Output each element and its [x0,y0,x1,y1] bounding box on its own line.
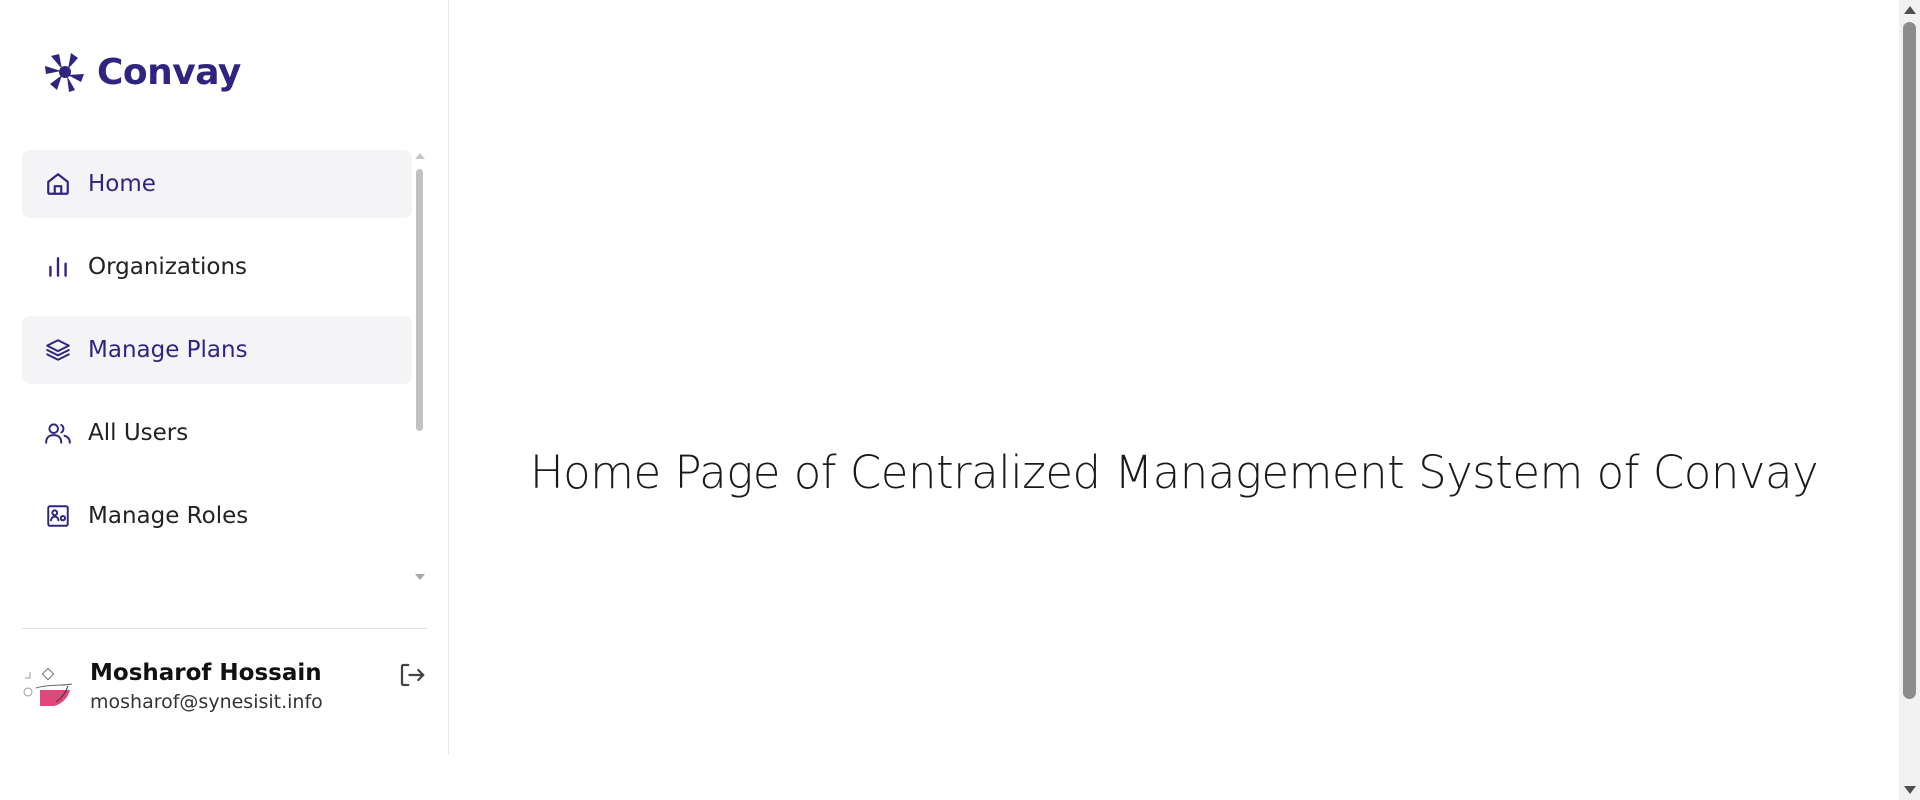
sidebar-item-label: Home [88,171,156,197]
logout-button[interactable] [397,660,427,690]
layers-icon [44,336,72,364]
id-card-icon [44,502,72,530]
sidebar-item-manage-plans[interactable]: Manage Plans [22,316,412,384]
scroll-down-arrow-icon[interactable] [415,574,425,580]
convay-logo-icon [45,53,84,92]
main-content: Home Page of Centralized Management Syst… [449,0,1899,800]
brand-name: Convay [97,51,241,93]
sidebar-nav: Home Organizations Manage Plans All User… [22,150,412,565]
home-icon [44,170,72,198]
user-email: mosharof@synesisit.info [90,691,323,713]
sidebar-item-organizations[interactable]: Organizations [22,233,412,301]
logout-icon [400,663,425,687]
bar-chart-icon [44,253,72,281]
scroll-up-arrow-icon[interactable] [415,153,425,159]
user-profile: Mosharof Hossain mosharof@synesisit.info [22,660,427,720]
scroll-down-arrow-icon[interactable] [1904,786,1916,794]
avatar[interactable] [22,664,76,714]
sidebar-item-manage-roles[interactable]: Manage Roles [22,482,412,550]
sidebar-divider [22,628,427,629]
sidebar: Convay Home Organizations Manage Plans A… [0,0,449,754]
user-name: Mosharof Hossain [90,660,322,686]
sidebar-item-label: Manage Roles [88,503,249,529]
sidebar-scrollbar-thumb[interactable] [416,169,423,431]
users-icon [44,419,72,447]
sidebar-item-label: Manage Plans [88,337,248,363]
sidebar-scrollbar[interactable] [413,153,425,580]
sidebar-item-label: Organizations [88,254,248,280]
page-title: Home Page of Centralized Management Syst… [529,446,1819,500]
sidebar-item-home[interactable]: Home [22,150,412,218]
page-scrollbar[interactable] [1899,0,1920,800]
page-scrollbar-thumb[interactable] [1903,22,1916,699]
sidebar-item-label: All Users [88,420,189,446]
scroll-up-arrow-icon[interactable] [1904,6,1916,14]
app-root: Convay Home Organizations Manage Plans A… [0,0,1920,800]
brand-logo[interactable]: Convay [43,50,241,94]
sidebar-item-all-users[interactable]: All Users [22,399,412,467]
